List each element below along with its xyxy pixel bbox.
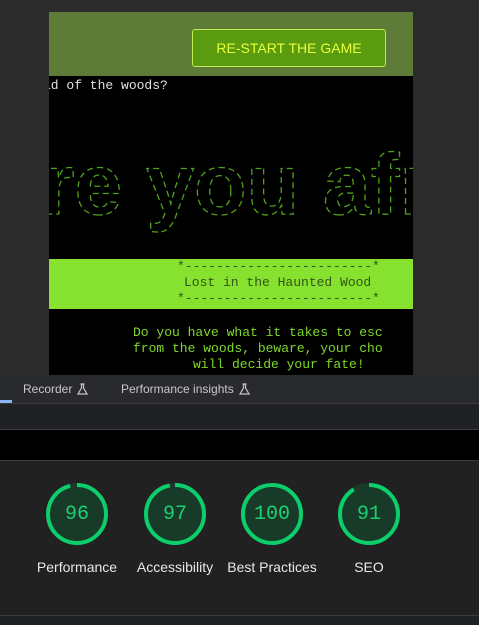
banner-title: Lost in the Haunted Wood xyxy=(184,275,372,290)
performance-gauge[interactable]: 96 xyxy=(44,481,110,547)
banner-border-top: *------------------------* xyxy=(177,259,380,274)
devtools-toolbar xyxy=(0,404,479,430)
game-header: RE-START THE GAME xyxy=(49,12,413,76)
devtools-panel: Recorder Performance insights 96 97 100 … xyxy=(0,375,479,625)
best-practices-gauge[interactable]: 100 xyxy=(239,481,305,547)
seo-gauge[interactable]: 91 xyxy=(336,481,402,547)
ascii-art-title: re you afraid xyxy=(49,136,413,233)
flask-icon xyxy=(238,383,250,395)
flask-icon xyxy=(77,383,89,395)
tab-recorder[interactable]: Recorder xyxy=(23,375,89,403)
intro-question: id of the woods? xyxy=(49,78,168,93)
tab-label: Recorder xyxy=(23,382,73,396)
banner-border-bottom: *------------------------* xyxy=(177,291,380,306)
gauge-label-best-practices: Best Practices xyxy=(227,559,317,575)
gauge-score: 97 xyxy=(162,502,187,526)
gauge-label-seo: SEO xyxy=(354,559,384,575)
gauge-score: 100 xyxy=(253,502,290,526)
gauge-label-accessibility: Accessibility xyxy=(136,559,214,575)
tab-label: Performance insights xyxy=(121,382,234,396)
ascii-title-text: re you afraid xyxy=(49,137,413,233)
game-viewport: RE-START THE GAME id of the woods? re yo… xyxy=(49,12,413,375)
accessibility-gauge[interactable]: 97 xyxy=(142,481,208,547)
gauge-score: 91 xyxy=(356,502,381,526)
story-line: will decide your fate! xyxy=(193,357,365,372)
story-line: from the woods, beware, your cho xyxy=(133,341,383,356)
gauge-label-performance: Performance xyxy=(36,559,118,575)
gauge-score: 96 xyxy=(64,502,89,526)
restart-game-button[interactable]: RE-START THE GAME xyxy=(192,29,386,67)
active-tab-indicator xyxy=(0,400,12,403)
report-url-bar xyxy=(0,430,479,461)
story-line: Do you have what it takes to esc xyxy=(133,325,383,340)
devtools-tabbar: Recorder Performance insights xyxy=(0,375,479,404)
tab-performance-insights[interactable]: Performance insights xyxy=(121,375,250,403)
title-banner: *------------------------* Lost in the H… xyxy=(49,259,413,309)
